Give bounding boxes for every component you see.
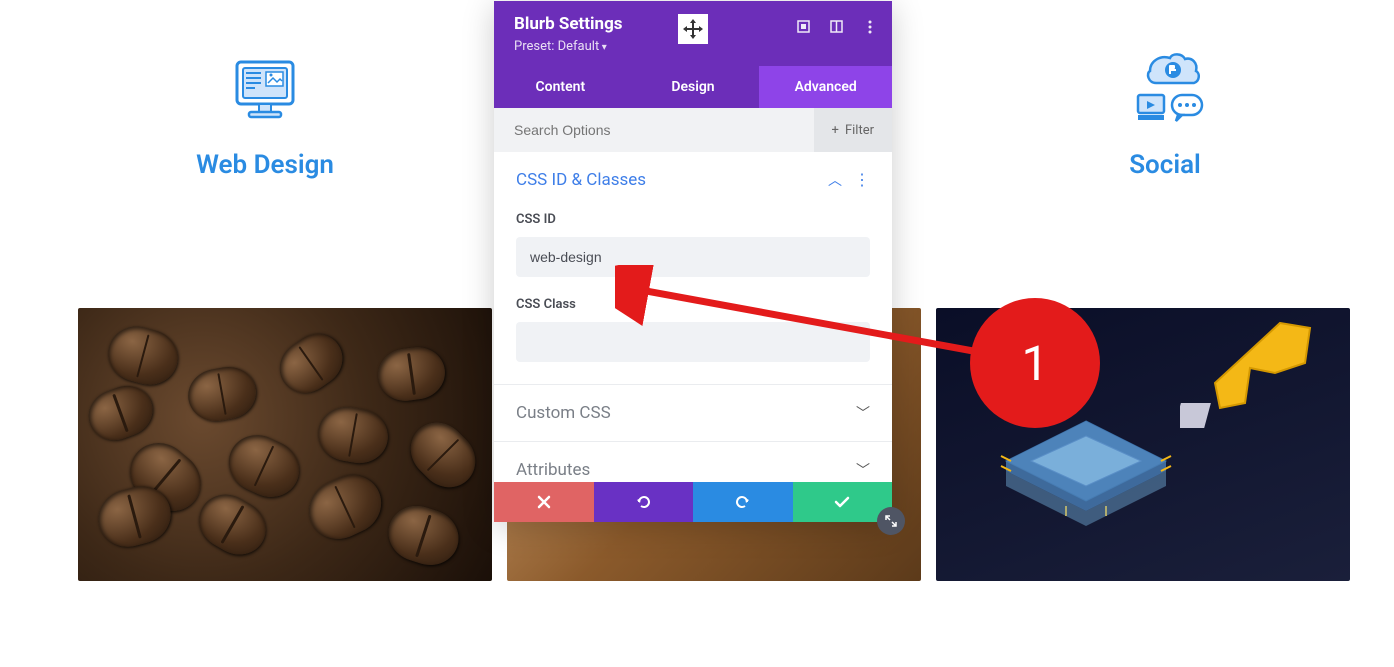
kebab-icon[interactable]: ⋮: [854, 176, 870, 184]
css-class-input[interactable]: [516, 322, 870, 362]
robot-arm-icon: [1180, 313, 1320, 443]
plus-icon: +: [832, 123, 839, 138]
more-icon[interactable]: [862, 19, 877, 34]
section-controls: ︿ ⋮: [828, 170, 870, 190]
annotation-badge: 1: [970, 298, 1100, 428]
check-icon: [834, 496, 850, 508]
chevron-down-icon: ﹀: [856, 460, 870, 480]
filter-button[interactable]: + Filter: [814, 108, 892, 152]
section-header-css-id-classes[interactable]: CSS ID & Classes ︿ ⋮: [494, 152, 892, 208]
blurb-social: Social: [1040, 50, 1290, 180]
css-id-label: CSS ID: [516, 212, 870, 227]
tab-advanced[interactable]: Advanced: [759, 66, 892, 108]
section-title: CSS ID & Classes: [516, 170, 646, 190]
modal-body: CSS ID & Classes ︿ ⋮ CSS ID CSS Class Cu…: [494, 152, 892, 482]
modal-header-icons: [796, 19, 877, 34]
blurb-title-right: Social: [1040, 150, 1290, 180]
modal-tabs: Content Design Advanced: [494, 66, 892, 108]
annotation-number: 1: [1022, 335, 1049, 392]
filter-label: Filter: [845, 123, 874, 138]
expand-icon[interactable]: [796, 19, 811, 34]
redo-icon: [735, 494, 751, 510]
chevron-down-icon: ﹀: [856, 403, 870, 423]
move-icon: [682, 18, 704, 40]
search-row: + Filter: [494, 108, 892, 152]
resize-handle[interactable]: [877, 507, 905, 535]
undo-button[interactable]: [594, 482, 694, 522]
undo-icon: [635, 494, 651, 510]
section-title: Custom CSS: [516, 403, 611, 423]
tab-content[interactable]: Content: [494, 66, 627, 108]
chip-icon: [996, 411, 1176, 551]
redo-button[interactable]: [693, 482, 793, 522]
section-header-attributes[interactable]: Attributes ﹀: [494, 441, 892, 482]
social-icon: [1040, 50, 1290, 130]
section-title: Attributes: [516, 460, 590, 480]
close-icon: [537, 495, 551, 509]
image-card-coffee: [78, 308, 492, 581]
css-id-input[interactable]: [516, 237, 870, 277]
chevron-up-icon[interactable]: ︿: [828, 170, 842, 190]
drag-handle[interactable]: [678, 14, 708, 44]
tab-design[interactable]: Design: [627, 66, 760, 108]
modal-footer: [494, 482, 892, 522]
snap-icon[interactable]: [829, 19, 844, 34]
modal-header: Blurb Settings Preset: Default: [494, 1, 892, 66]
section-header-custom-css[interactable]: Custom CSS ﹀: [494, 384, 892, 441]
resize-icon: [884, 514, 898, 528]
blurb-title-left: Web Design: [140, 150, 390, 180]
css-class-label: CSS Class: [516, 297, 870, 312]
blurb-web-design: Web Design: [140, 50, 390, 180]
close-button[interactable]: [494, 482, 594, 522]
section-body-css-id-classes: CSS ID CSS Class: [494, 212, 892, 384]
search-input[interactable]: [494, 108, 814, 152]
monitor-icon: [140, 50, 390, 130]
blurb-settings-modal: Blurb Settings Preset: Default Content D…: [494, 1, 892, 522]
